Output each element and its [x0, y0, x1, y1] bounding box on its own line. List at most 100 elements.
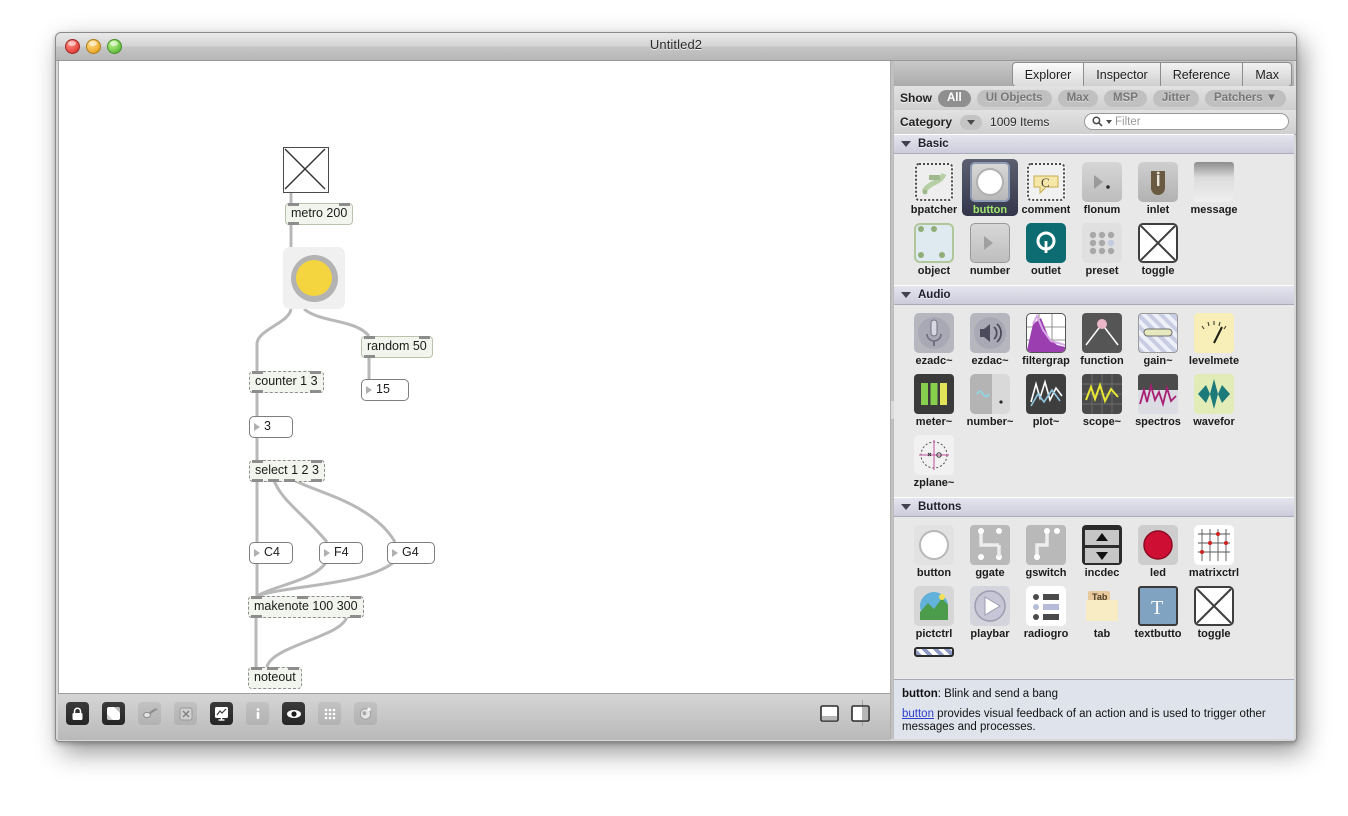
message-text: F4 [334, 545, 349, 559]
grid-icon[interactable] [318, 702, 341, 725]
object-cell-number-tilde[interactable]: number~ [962, 371, 1018, 428]
patch-cords [59, 61, 891, 693]
description-link[interactable]: button [902, 708, 934, 720]
object-cell-gain[interactable]: gain~ [1130, 310, 1186, 367]
object-name: filtergrap [1022, 355, 1070, 367]
object-cell-scope[interactable]: scope~ [1074, 371, 1130, 428]
filter-ui-objects[interactable]: UI Objects [977, 90, 1052, 107]
object-cell-spectroscope[interactable]: spectros [1130, 371, 1186, 428]
object-cell-button-2[interactable]: button [906, 522, 962, 579]
object-name: playbar [970, 628, 1009, 640]
patch-object-noteout[interactable]: noteout [248, 667, 302, 689]
patch-object-random[interactable]: random 50 [361, 336, 433, 358]
debug-icon[interactable] [282, 702, 305, 725]
presentation-icon[interactable] [102, 702, 125, 725]
side-panel-icon[interactable] [849, 702, 872, 725]
object-cell-preset[interactable]: preset [1074, 220, 1130, 277]
inlet-port [310, 371, 321, 374]
filter-max[interactable]: Max [1058, 90, 1098, 107]
object-cell-comment[interactable]: C comment [1018, 159, 1074, 216]
object-cell-toggle[interactable]: toggle [1130, 220, 1186, 277]
object-cell-bpatcher[interactable]: bpatcher [906, 159, 962, 216]
disclosure-triangle-icon [901, 504, 911, 510]
patch-message-f4[interactable]: F4 [319, 542, 363, 564]
object-cell-ggate[interactable]: ggate [962, 522, 1018, 579]
object-cell-filtergraph[interactable]: filtergrap [1018, 310, 1074, 367]
ggate-icon [970, 525, 1010, 565]
object-cell-function[interactable]: function [1074, 310, 1130, 367]
tab-inspector[interactable]: Inspector [1083, 62, 1159, 87]
object-cell-ezadc[interactable]: ezadc~ [906, 310, 962, 367]
inlet-port [288, 203, 299, 206]
patch-object-select[interactable]: select 1 2 3 [249, 460, 325, 482]
object-cell-tab[interactable]: Tab tab [1074, 583, 1130, 640]
patch-message-g4[interactable]: G4 [387, 542, 435, 564]
object-cell-levelmeter[interactable]: levelmete [1186, 310, 1242, 367]
message-icon [1194, 162, 1234, 202]
filter-jitter[interactable]: Jitter [1153, 90, 1199, 107]
object-cell-plot[interactable]: plot~ [1018, 371, 1074, 428]
flonum-icon [1082, 162, 1122, 202]
group-header-buttons[interactable]: Buttons [894, 497, 1294, 517]
object-cell-gswitch[interactable]: gswitch [1018, 522, 1074, 579]
search-input[interactable]: Filter [1084, 113, 1289, 130]
title-bar[interactable]: Untitled2 [56, 33, 1296, 61]
add-object-icon[interactable] [138, 702, 161, 725]
object-cell-outlet[interactable]: outlet [1018, 220, 1074, 277]
filter-all[interactable]: All [938, 90, 971, 107]
patch-number-box-3[interactable]: 3 [249, 416, 293, 438]
patch-object-metro[interactable]: metro 200 [285, 203, 353, 225]
patch-toggle-object[interactable] [283, 147, 329, 193]
matrixctrl-icon [1194, 525, 1234, 565]
outlet-port [311, 479, 322, 482]
object-cell-toggle-2[interactable]: toggle [1186, 583, 1242, 640]
object-cell-meter[interactable]: meter~ [906, 371, 962, 428]
tab-reference[interactable]: Reference [1160, 62, 1243, 87]
category-dropdown-button[interactable] [960, 115, 982, 130]
object-cell-led[interactable]: led [1130, 522, 1186, 579]
audio-status-icon[interactable] [354, 702, 377, 725]
object-cell-radiogroup[interactable]: radiogro [1018, 583, 1074, 640]
lock-icon[interactable] [66, 702, 89, 725]
object-cell-incdec[interactable]: incdec [1074, 522, 1130, 579]
object-cell-partial[interactable] [906, 644, 962, 657]
object-cell-ezdac[interactable]: ezdac~ [962, 310, 1018, 367]
object-cell-number[interactable]: number [962, 220, 1018, 277]
tab-explorer[interactable]: Explorer [1012, 62, 1084, 87]
object-cell-waveform[interactable]: wavefor [1186, 371, 1242, 428]
object-name: button [917, 567, 951, 579]
outlet-port [252, 390, 263, 393]
patcher-canvas[interactable]: metro 200 random 50 15 counter 1 3 [58, 61, 892, 694]
object-cell-playbar[interactable]: playbar [962, 583, 1018, 640]
group-header-audio[interactable]: Audio [894, 285, 1294, 305]
patch-object-counter[interactable]: counter 1 3 [249, 371, 324, 393]
object-cell-matrixctrl[interactable]: matrixctrl [1186, 522, 1242, 579]
object-cell-zplane[interactable]: zplane~ [906, 432, 962, 489]
info-icon[interactable] [246, 702, 269, 725]
description-summary: : Blink and send a bang [938, 688, 1058, 700]
group-header-basic[interactable]: Basic [894, 134, 1294, 154]
filter-msp[interactable]: MSP [1104, 90, 1147, 107]
tab-max[interactable]: Max [1242, 62, 1292, 87]
object-browser-scroll[interactable]: Basic bpatcher button C [894, 134, 1294, 679]
object-cell-pictctrl[interactable]: pictctrl [906, 583, 962, 640]
object-cell-button[interactable]: button [962, 159, 1018, 216]
object-name: radiogro [1024, 628, 1069, 640]
patch-message-c4[interactable]: C4 [249, 542, 293, 564]
inspector-icon[interactable] [210, 702, 233, 725]
outlet-icon [1026, 223, 1066, 263]
object-cell-flonum[interactable]: flonum [1074, 159, 1130, 216]
object-cell-object[interactable]: object [906, 220, 962, 277]
outlet-port [364, 355, 375, 358]
object-name: function [1080, 355, 1123, 367]
object-cell-message[interactable]: message [1186, 159, 1242, 216]
object-cell-textbutton[interactable]: T textbutto [1130, 583, 1186, 640]
patch-number-box-15[interactable]: 15 [361, 379, 409, 401]
bottom-panel-icon[interactable] [818, 702, 841, 725]
patch-object-makenote[interactable]: makenote 100 300 [248, 596, 364, 618]
search-options-chevron-icon[interactable] [1106, 120, 1112, 124]
patch-bang-object[interactable] [283, 247, 345, 309]
object-cell-inlet[interactable]: inlet [1130, 159, 1186, 216]
filter-patchers[interactable]: Patchers ▼ [1205, 90, 1286, 107]
delete-object-icon[interactable] [174, 702, 197, 725]
